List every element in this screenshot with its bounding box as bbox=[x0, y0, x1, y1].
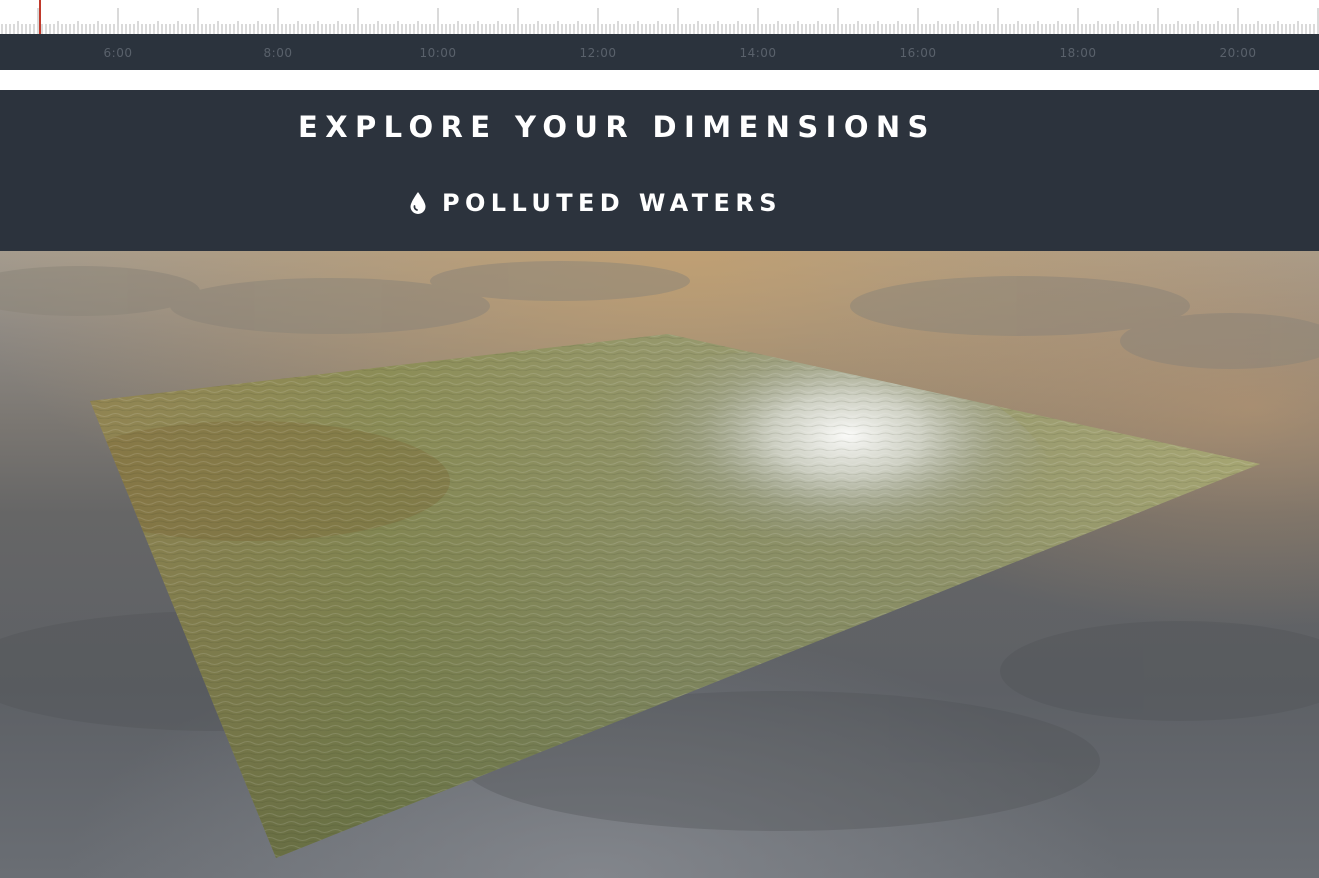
header-panel: EXPLORE YOUR DIMENSIONS POLLUTED WATERS bbox=[0, 90, 1319, 251]
time-label: 18:00 bbox=[1059, 46, 1097, 60]
water-drop-icon bbox=[410, 192, 426, 214]
water-scene-render bbox=[0, 251, 1319, 878]
time-label: 16:00 bbox=[899, 46, 937, 60]
time-label: 20:00 bbox=[1219, 46, 1257, 60]
page-title: EXPLORE YOUR DIMENSIONS bbox=[298, 110, 936, 144]
water-3d-viewport[interactable] bbox=[0, 251, 1319, 878]
time-label: 6:00 bbox=[103, 46, 133, 60]
time-label: 8:00 bbox=[263, 46, 293, 60]
time-label: 10:00 bbox=[419, 46, 457, 60]
timeline-ruler[interactable] bbox=[0, 0, 1319, 34]
dimension-label: POLLUTED WATERS bbox=[442, 189, 782, 217]
timeline-labels-bar[interactable]: 6:00 8:00 10:00 12:00 14:00 16:00 18:00 … bbox=[0, 34, 1319, 70]
spacer bbox=[0, 70, 1319, 90]
dimension-selector[interactable]: POLLUTED WATERS bbox=[409, 187, 782, 219]
ruler-ticks bbox=[1, 0, 1319, 34]
time-label: 14:00 bbox=[739, 46, 777, 60]
time-label: 12:00 bbox=[579, 46, 617, 60]
